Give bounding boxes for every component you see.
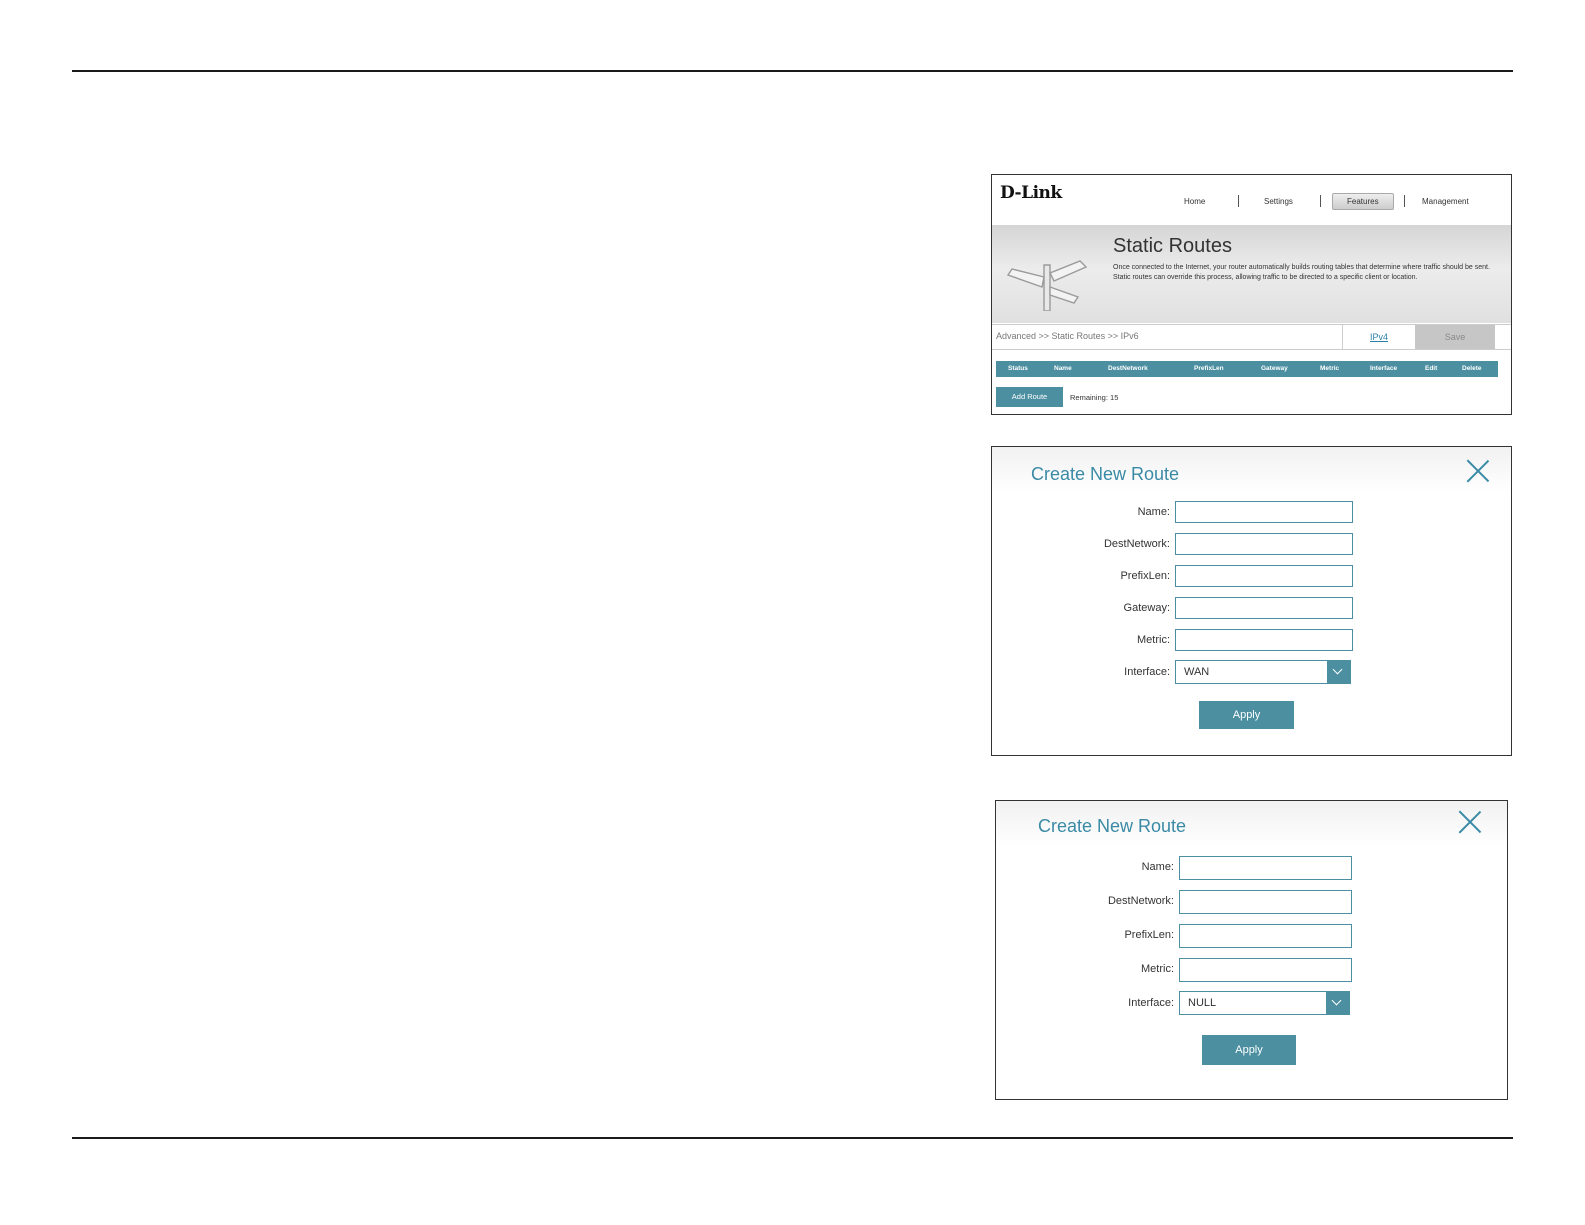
nav-management[interactable]: Management [1422,197,1469,206]
interface-label: Interface: [1124,666,1170,678]
top-navigation: Home Settings Features Management [1172,193,1502,213]
name-label: Name: [1137,506,1170,518]
metric-row: Metric: [992,629,1170,653]
dest-network-label: DestNetwork: [1107,895,1174,907]
breadcrumb: Advanced >> Static Routes >> IPv6 [996,331,1139,341]
column-prefix-len: PrefixLen [1194,365,1224,372]
page-banner: Static Routes Once connected to the Inte… [992,225,1511,323]
interface-select[interactable]: WAN [1175,660,1351,684]
nav-separator [1404,195,1405,207]
prefix-len-input[interactable] [1179,924,1352,948]
breadcrumb-bar: Advanced >> Static Routes >> IPv6 IPv4 S… [992,324,1511,350]
nav-features[interactable]: Features [1332,193,1394,210]
create-route-dialog-null: Create New Route Name: DestNetwork: Pref… [995,800,1508,1100]
name-label: Name: [1141,861,1174,873]
dialog-title: Create New Route [1031,464,1180,484]
bottom-divider [72,1137,1513,1139]
dest-network-row: DestNetwork: [992,533,1170,557]
column-status: Status [1008,365,1028,372]
static-routes-screenshot: D-Link Home Settings Features Management… [991,174,1512,415]
dlink-logo: D-Link [1000,183,1062,203]
prefix-len-row: PrefixLen: [996,924,1174,948]
name-input[interactable] [1179,856,1352,880]
close-icon[interactable] [1466,459,1490,483]
ipv4-link[interactable]: IPv4 [1342,325,1415,349]
nav-settings[interactable]: Settings [1264,197,1293,206]
column-delete: Delete [1462,365,1482,372]
interface-label: Interface: [1128,997,1174,1009]
page-title: Static Routes [1113,235,1232,257]
close-icon[interactable] [1458,810,1482,834]
add-route-button[interactable]: Add Route [996,387,1063,407]
metric-input[interactable] [1179,958,1352,982]
dest-network-row: DestNetwork: [996,890,1174,914]
gateway-input[interactable] [1175,597,1353,619]
gateway-row: Gateway: [992,597,1170,621]
apply-button[interactable]: Apply [1202,1035,1296,1065]
dest-network-input[interactable] [1175,533,1353,555]
chevron-down-icon[interactable] [1327,661,1350,683]
dialog-title: Create New Route [1038,816,1187,836]
dest-network-input[interactable] [1179,890,1352,914]
routes-table-header: Status Name DestNetwork PrefixLen Gatewa… [996,361,1498,377]
column-gateway: Gateway [1261,365,1288,372]
prefix-len-label: PrefixLen: [1124,929,1174,941]
nav-separator [1238,195,1239,207]
column-interface: Interface [1370,365,1398,372]
name-row: Name: [996,856,1174,880]
prefix-len-label: PrefixLen: [1120,570,1170,582]
column-metric: Metric [1320,365,1340,372]
name-input[interactable] [1175,501,1353,523]
interface-value: WAN [1184,666,1210,678]
interface-row: Interface: [992,661,1170,685]
prefix-len-row: PrefixLen: [992,565,1170,589]
chevron-down-icon[interactable] [1326,992,1349,1014]
nav-home[interactable]: Home [1184,197,1205,206]
name-row: Name: [992,501,1170,525]
prefix-len-input[interactable] [1175,565,1353,587]
save-button[interactable]: Save [1415,325,1495,349]
interface-value: NULL [1188,997,1217,1009]
metric-label: Metric: [1141,963,1174,975]
metric-row: Metric: [996,958,1174,982]
page-description: Once connected to the Internet, your rou… [1113,264,1490,281]
gateway-label: Gateway: [1123,602,1170,614]
remaining-count: Remaining: 15 [1070,393,1119,402]
nav-separator [1320,195,1321,207]
metric-label: Metric: [1137,634,1170,646]
metric-input[interactable] [1175,629,1353,651]
create-route-dialog-wan: Create New Route Name: DestNetwork: Pref… [991,446,1512,756]
interface-row: Interface: [996,992,1174,1016]
apply-button[interactable]: Apply [1199,701,1294,729]
top-divider [72,70,1513,72]
column-name: Name [1054,365,1072,372]
column-edit: Edit [1425,365,1438,372]
dest-network-label: DestNetwork: [1103,538,1170,550]
signpost-icon [1006,260,1088,311]
column-dest-network: DestNetwork [1108,365,1148,372]
interface-select[interactable]: NULL [1179,991,1350,1015]
